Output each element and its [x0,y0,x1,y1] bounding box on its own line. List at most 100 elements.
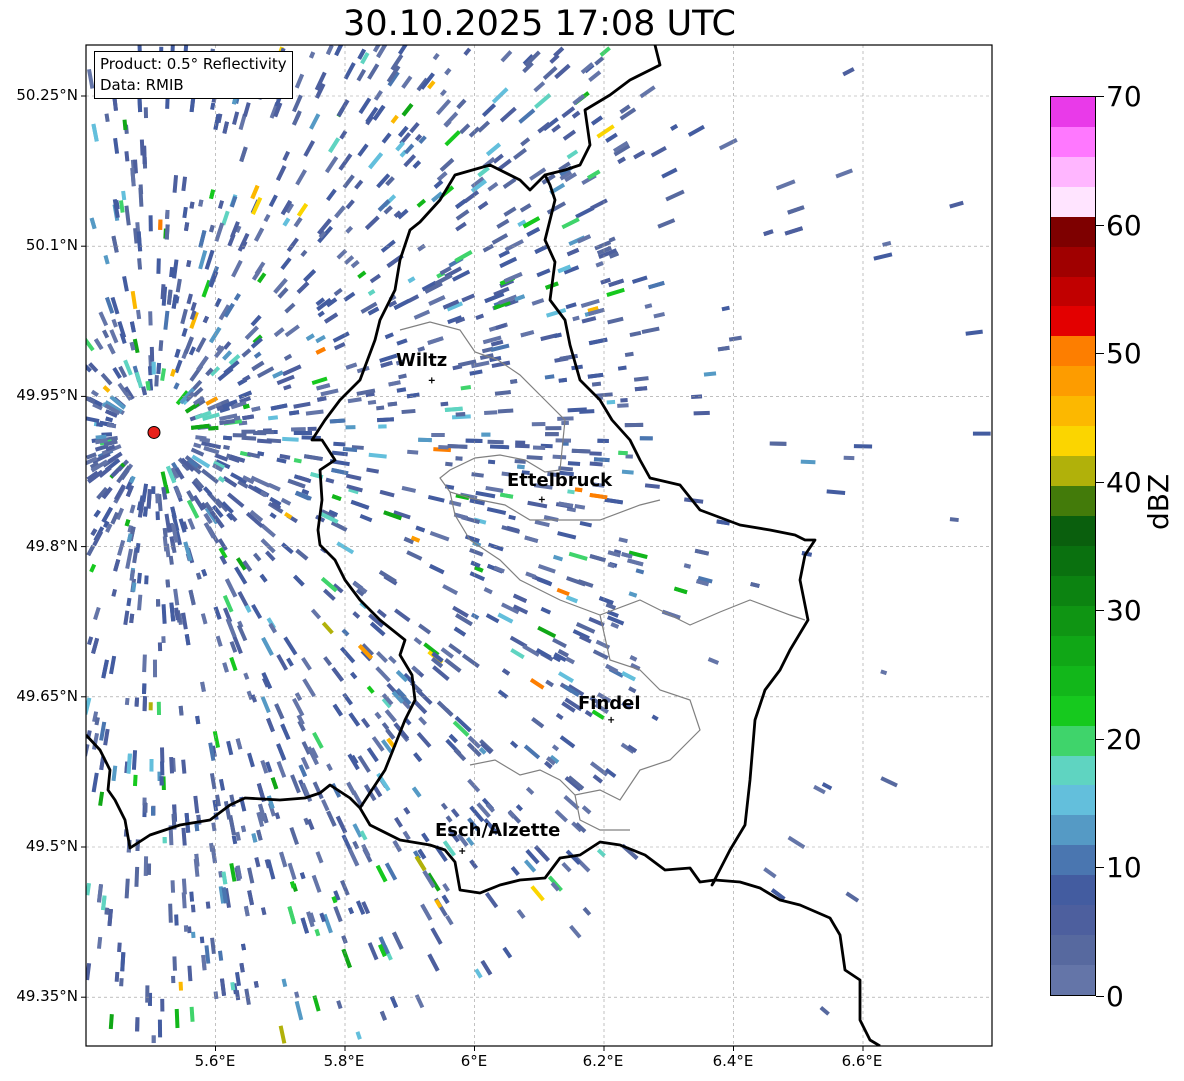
echo-bin [665,189,685,202]
echo-bin [201,568,208,577]
echo-bin [393,298,411,310]
city-marker [428,377,435,384]
echo-bin [180,308,188,325]
echo-bin [364,215,380,230]
echo-bin [345,362,358,370]
echo-bin [561,217,580,230]
echo-bin [557,671,575,683]
colorbar-segment [1051,815,1095,846]
echo-bin [234,990,241,1001]
echo-bin [201,468,219,484]
colorbar-segment [1051,575,1095,606]
echo-bin [133,774,138,787]
echo-bin [657,218,676,229]
echo-bin [348,712,361,727]
echo-bin [208,425,219,431]
echo-bin [274,703,285,720]
city-label-esch-alzette: Esch/Alzette [435,820,561,841]
product-text: Product: 0.5° Reflectivity [100,55,287,73]
echo-bin [346,781,357,796]
echo-bin [520,330,535,338]
echo-bin [517,464,525,470]
echo-bin [512,593,528,603]
echo-bin [136,231,143,252]
echo-bin [187,517,196,531]
echo-bin [113,137,120,154]
echo-bin [442,584,459,596]
echo-bin [135,1017,140,1032]
echo-bin [168,555,174,565]
echo-bin [352,823,363,838]
echo-bin [769,441,787,446]
echo-bin [321,621,334,635]
echo-bin [589,451,602,456]
echo-bin [694,548,710,556]
echo-bin [188,589,196,606]
echo-bin [148,702,153,711]
echo-bin [531,298,545,306]
echo-bin [154,375,159,387]
echo-bin [213,606,222,620]
echo-bin [499,492,514,499]
echo-bin [527,500,548,509]
echo-bin [691,394,703,400]
echo-bin [427,336,444,345]
echo-bin [93,509,101,518]
echo-bin [416,731,432,748]
echo-bin [461,653,480,669]
echo-bin [379,1010,387,1021]
echo-bin [502,177,517,189]
echo-bin [341,935,348,944]
echo-bin [509,740,519,749]
echo-bin [315,334,326,344]
lat-tick-label: 49.8°N [25,537,78,555]
echo-bin [644,483,660,489]
echo-bin [317,310,325,318]
echo-bin [141,683,147,695]
echo-bin [787,205,805,215]
echo-bin [497,689,509,699]
echo-bin [239,962,245,973]
echo-bin [235,738,243,750]
colorbar-label: 40 [1106,466,1142,499]
echo-bin [134,697,140,707]
echo-bin [392,931,404,950]
echo-bin [673,586,688,595]
echo-bin [86,415,100,424]
echo-bin [525,571,537,579]
echo-bin [98,311,109,327]
echo-bin [455,209,470,221]
echo-bin [641,326,660,335]
colorbar-segment [1051,456,1095,487]
echo-bin [429,563,445,575]
echo-bin [392,839,402,853]
echo-bin [303,454,323,462]
echo-bin [427,494,445,503]
echo-bin [394,816,403,828]
echo-bin [287,905,297,925]
echo-bin [286,657,294,667]
echo-bin [587,372,604,379]
echo-bin [418,437,432,443]
echo-bin [210,937,216,955]
echo-bin [341,948,352,969]
echo-bin [718,138,738,151]
echo-bin [189,891,195,902]
echo-bin [160,761,165,776]
echo-bin [296,281,310,294]
echo-bin [481,103,497,118]
city-label-findel: Findel [578,693,641,714]
lon-tick-label: 5.6°E [194,1052,236,1070]
echo-bin [873,252,893,261]
echo-bin [347,397,362,404]
echo-bin [445,461,453,467]
echo-bin [413,637,423,645]
echo-bin [407,294,420,303]
echo-bin [430,927,443,945]
echo-bin [122,275,129,292]
echo-bin [184,633,191,646]
colorbar-tick [1096,353,1104,355]
echo-bin [142,654,147,673]
echo-bin [880,669,888,676]
echo-bin [633,376,649,382]
